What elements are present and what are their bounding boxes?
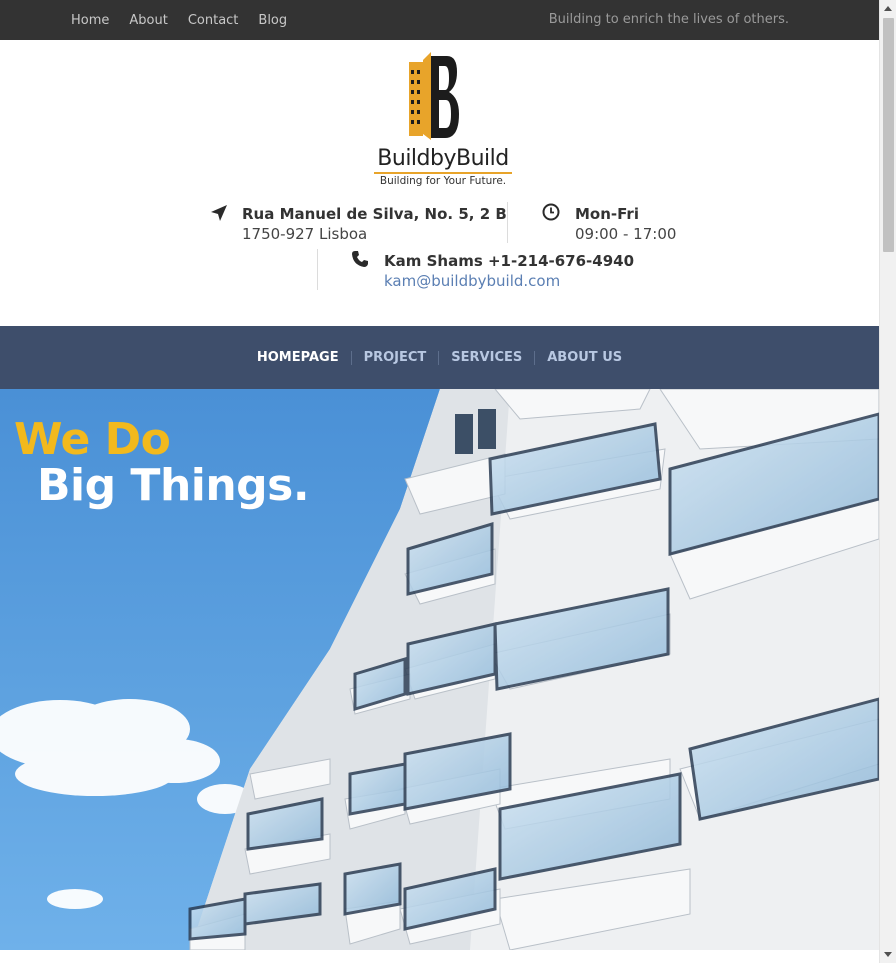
top-nav: Home About Contact Blog [71, 0, 307, 40]
nav-item-services[interactable]: SERVICES [438, 350, 534, 365]
scroll-thumb[interactable] [883, 18, 894, 252]
tagline: Building to enrich the lives of others. [548, 12, 789, 27]
hero-headline-line1: We Do [14, 414, 171, 465]
main-nav: HOMEPAGE PROJECT SERVICES ABOUT US [0, 326, 879, 389]
nav-item-homepage[interactable]: HOMEPAGE [245, 350, 351, 365]
email-link[interactable]: kam@buildbybuild.com [384, 272, 634, 290]
hero-headline-line2: Big Things. [37, 460, 310, 511]
page-below-hero [0, 950, 879, 963]
clock-icon [542, 203, 560, 221]
logo-name: BuildbyBuild [377, 146, 509, 171]
hours-block: Mon-Fri 09:00 - 17:00 [575, 205, 676, 243]
address-block: Rua Manuel de Silva, No. 5, 2 B 1750-927… [242, 205, 507, 243]
scroll-up-icon[interactable] [884, 6, 892, 11]
site-logo[interactable]: BuildbyBuild Building for Your Future. [372, 52, 514, 190]
address-title: Rua Manuel de Silva, No. 5, 2 B [242, 205, 507, 223]
nav-item-project[interactable]: PROJECT [350, 350, 439, 365]
phone-block: Kam Shams +1-214-676-4940 kam@buildbybui… [384, 252, 634, 290]
location-arrow-icon [211, 205, 227, 221]
hours-line: 09:00 - 17:00 [575, 225, 677, 243]
top-nav-contact[interactable]: Contact [188, 13, 239, 28]
divider [507, 202, 508, 243]
hours-title: Mon-Fri [575, 205, 639, 223]
phone-title: Kam Shams +1-214-676-4940 [384, 252, 635, 270]
logo-subtitle: Building for Your Future. [379, 175, 507, 187]
vertical-scrollbar[interactable] [879, 0, 896, 963]
top-bar: Home About Contact Blog Building to enri… [0, 0, 879, 40]
scroll-down-icon[interactable] [884, 952, 892, 957]
page: Home About Contact Blog Building to enri… [0, 0, 896, 963]
top-nav-home[interactable]: Home [71, 13, 109, 28]
top-nav-about[interactable]: About [129, 13, 167, 28]
logo-rule [374, 172, 512, 174]
top-nav-blog[interactable]: Blog [258, 13, 287, 28]
phone-icon [352, 251, 368, 267]
address-line: 1750-927 Lisboa [242, 225, 368, 243]
divider [317, 249, 318, 290]
logo-building-icon [409, 52, 459, 140]
nav-item-about-us[interactable]: ABOUT US [534, 350, 634, 365]
